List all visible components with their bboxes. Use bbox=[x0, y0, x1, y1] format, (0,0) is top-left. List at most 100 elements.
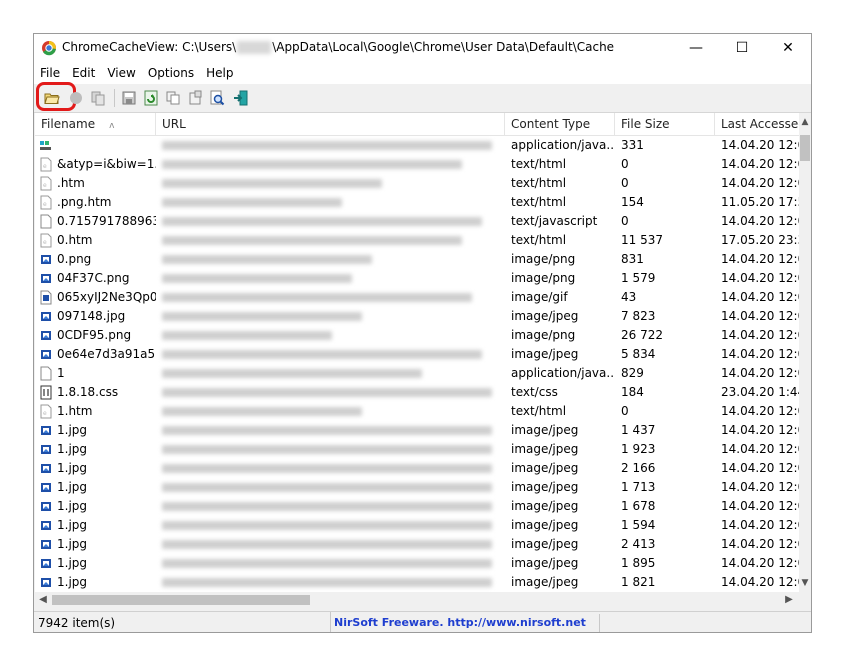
scroll-up-arrow-icon[interactable]: ▲ bbox=[799, 115, 811, 129]
url-cell bbox=[156, 440, 505, 459]
content-type-cell: image/jpeg bbox=[511, 347, 579, 361]
horizontal-scroll-thumb[interactable] bbox=[52, 595, 310, 605]
table-row[interactable]: 1 application/java... 829 14.04.20 12:00: bbox=[35, 364, 799, 383]
content-type-cell: image/png bbox=[511, 328, 576, 342]
filename-text: 0.htm bbox=[57, 233, 93, 247]
table-row[interactable]: 04F37C.png image/png 1 579 14.04.20 12:02: bbox=[35, 269, 799, 288]
redacted-url bbox=[162, 255, 372, 264]
table-row[interactable]: 065xyIJ2Ne3Qp0... image/gif 43 14.04.20 12:… bbox=[35, 288, 799, 307]
refresh-button[interactable] bbox=[140, 87, 162, 109]
table-row[interactable]: 1.jpg image/jpeg 2 166 14.04.20 12:04: bbox=[35, 459, 799, 478]
redacted-url bbox=[162, 540, 492, 549]
copy-button[interactable] bbox=[162, 87, 184, 109]
content-type-cell: text/html bbox=[511, 233, 567, 247]
url-cell bbox=[156, 345, 505, 364]
url-cell bbox=[156, 459, 505, 478]
nirsoft-credit-link[interactable]: NirSoft Freeware. http://www.nirsoft.net bbox=[334, 612, 586, 632]
table-row[interactable]: e 1.htm text/html 0 14.04.20 12:00: bbox=[35, 402, 799, 421]
table-row[interactable]: application/java... 331 14.04.20 12:01: bbox=[35, 136, 799, 155]
file-size-cell: 26 722 bbox=[621, 328, 663, 342]
last-accessed-cell: 14.04.20 12:04: bbox=[721, 537, 799, 551]
last-accessed-cell: 14.04.20 12:00: bbox=[721, 157, 799, 171]
column-last-accessed[interactable]: Last Accessed bbox=[715, 113, 799, 135]
content-type-cell: image/jpeg bbox=[511, 461, 579, 475]
image-file-icon bbox=[40, 442, 52, 457]
file-size-cell: 829 bbox=[621, 366, 644, 380]
content-type-cell: image/jpeg bbox=[511, 309, 579, 323]
exit-button[interactable] bbox=[230, 87, 252, 109]
table-row[interactable]: 1.jpg image/jpeg 1 923 14.04.20 12:04: bbox=[35, 440, 799, 459]
file-size-cell: 0 bbox=[621, 214, 629, 228]
filename-cell: e 0.htm bbox=[35, 231, 156, 250]
menu-edit[interactable]: Edit bbox=[66, 62, 101, 84]
filename-text: .png.htm bbox=[57, 195, 112, 209]
url-cell bbox=[156, 326, 505, 345]
url-cell bbox=[156, 497, 505, 516]
last-accessed-cell: 23.04.20 1:44:4 bbox=[721, 385, 799, 399]
vertical-scrollbar[interactable]: ▲ ▼ bbox=[799, 113, 811, 592]
url-cell bbox=[156, 402, 505, 421]
table-row[interactable]: 1.jpg image/jpeg 1 895 14.04.20 12:04: bbox=[35, 554, 799, 573]
redacted-url bbox=[162, 388, 492, 397]
table-row[interactable]: 1.jpg image/jpeg 1 821 14.04.20 12:04: bbox=[35, 573, 799, 592]
url-cell bbox=[156, 155, 505, 174]
close-button[interactable]: ✕ bbox=[765, 34, 811, 62]
table-row[interactable]: e&atyp=i&biw=1... text/html 0 14.04.20 12:0… bbox=[35, 155, 799, 174]
menu-options[interactable]: Options bbox=[142, 62, 200, 84]
content-type-cell: text/html bbox=[511, 157, 567, 171]
last-accessed-cell: 17.05.20 23:32: bbox=[721, 233, 799, 247]
stop-button[interactable] bbox=[65, 87, 87, 109]
table-row[interactable]: 0.png image/png 831 14.04.20 12:00: bbox=[35, 250, 799, 269]
column-filename[interactable]: Filename ʌ bbox=[35, 113, 156, 135]
scroll-down-arrow-icon[interactable]: ▼ bbox=[799, 576, 811, 590]
html-file-icon: e bbox=[40, 404, 52, 419]
table-row[interactable]: 1.jpg image/jpeg 1 713 14.04.20 12:04: bbox=[35, 478, 799, 497]
filename-cell: e .htm bbox=[35, 174, 156, 193]
content-type-cell: image/jpeg bbox=[511, 480, 579, 494]
redacted-url bbox=[162, 426, 492, 435]
menu-file[interactable]: File bbox=[34, 62, 66, 84]
column-file-size[interactable]: File Size bbox=[615, 113, 715, 135]
copy-files-button[interactable] bbox=[87, 87, 109, 109]
table-row[interactable]: 0.7157917889633... text/javascript 0 14.04.… bbox=[35, 212, 799, 231]
table-row[interactable]: 1.jpg image/jpeg 2 413 14.04.20 12:04: bbox=[35, 535, 799, 554]
file-size-cell: 1 594 bbox=[621, 518, 656, 532]
table-row[interactable]: 097148.jpg image/jpeg 7 823 14.04.20 12:02: bbox=[35, 307, 799, 326]
menu-help[interactable]: Help bbox=[200, 62, 239, 84]
last-accessed-cell: 14.04.20 12:04: bbox=[721, 518, 799, 532]
minimize-button[interactable]: — bbox=[673, 34, 719, 62]
last-accessed-cell: 14.04.20 12:00: bbox=[721, 366, 799, 380]
file-size-cell: 43 bbox=[621, 290, 637, 304]
filename-cell: 0e64e7d3a91a52... bbox=[35, 345, 156, 364]
table-row[interactable]: e .htm text/html 0 14.04.20 12:01: bbox=[35, 174, 799, 193]
table-row[interactable]: e .png.htm text/html 154 11.05.20 17:58: bbox=[35, 193, 799, 212]
scroll-left-arrow-icon[interactable]: ◀ bbox=[35, 592, 51, 608]
file-size-cell: 1 923 bbox=[621, 442, 656, 456]
maximize-button[interactable]: ☐ bbox=[719, 34, 765, 62]
save-button[interactable] bbox=[118, 87, 140, 109]
vertical-scroll-thumb[interactable] bbox=[800, 135, 810, 161]
table-row[interactable]: 1.8.18.css text/css 184 23.04.20 1:44:4 bbox=[35, 383, 799, 402]
title-suffix: \AppData\Local\Google\Chrome\User Data\D… bbox=[272, 40, 615, 54]
properties-button[interactable] bbox=[184, 87, 206, 109]
find-button[interactable] bbox=[206, 87, 228, 109]
content-type-cell: image/jpeg bbox=[511, 556, 579, 570]
redacted-url bbox=[162, 331, 332, 340]
image-file-icon bbox=[40, 309, 52, 324]
cache-list[interactable]: Filename ʌ URL Content Type File Size Las… bbox=[35, 113, 799, 592]
file-size-cell: 0 bbox=[621, 157, 629, 171]
blank-file-icon bbox=[40, 214, 52, 229]
scroll-right-arrow-icon[interactable]: ▶ bbox=[781, 592, 797, 608]
title-bar[interactable]: ChromeCacheView: C:\Users\ \AppData\Local… bbox=[34, 34, 811, 62]
table-row[interactable]: 0e64e7d3a91a52... image/jpeg 5 834 14.04.20… bbox=[35, 345, 799, 364]
menu-view[interactable]: View bbox=[101, 62, 141, 84]
table-row[interactable]: 1.jpg image/jpeg 1 437 14.04.20 12:04: bbox=[35, 421, 799, 440]
toolbar-separator bbox=[114, 89, 115, 107]
table-row[interactable]: 1.jpg image/jpeg 1 678 14.04.20 12:04: bbox=[35, 497, 799, 516]
horizontal-scrollbar[interactable]: ◀ ▶ bbox=[35, 592, 799, 608]
column-content-type[interactable]: Content Type bbox=[505, 113, 615, 135]
table-row[interactable]: 1.jpg image/jpeg 1 594 14.04.20 12:04: bbox=[35, 516, 799, 535]
table-row[interactable]: 0CDF95.png image/png 26 722 14.04.20 12:02: bbox=[35, 326, 799, 345]
column-url[interactable]: URL bbox=[156, 113, 505, 135]
table-row[interactable]: e 0.htm text/html 11 537 17.05.20 23:32: bbox=[35, 231, 799, 250]
